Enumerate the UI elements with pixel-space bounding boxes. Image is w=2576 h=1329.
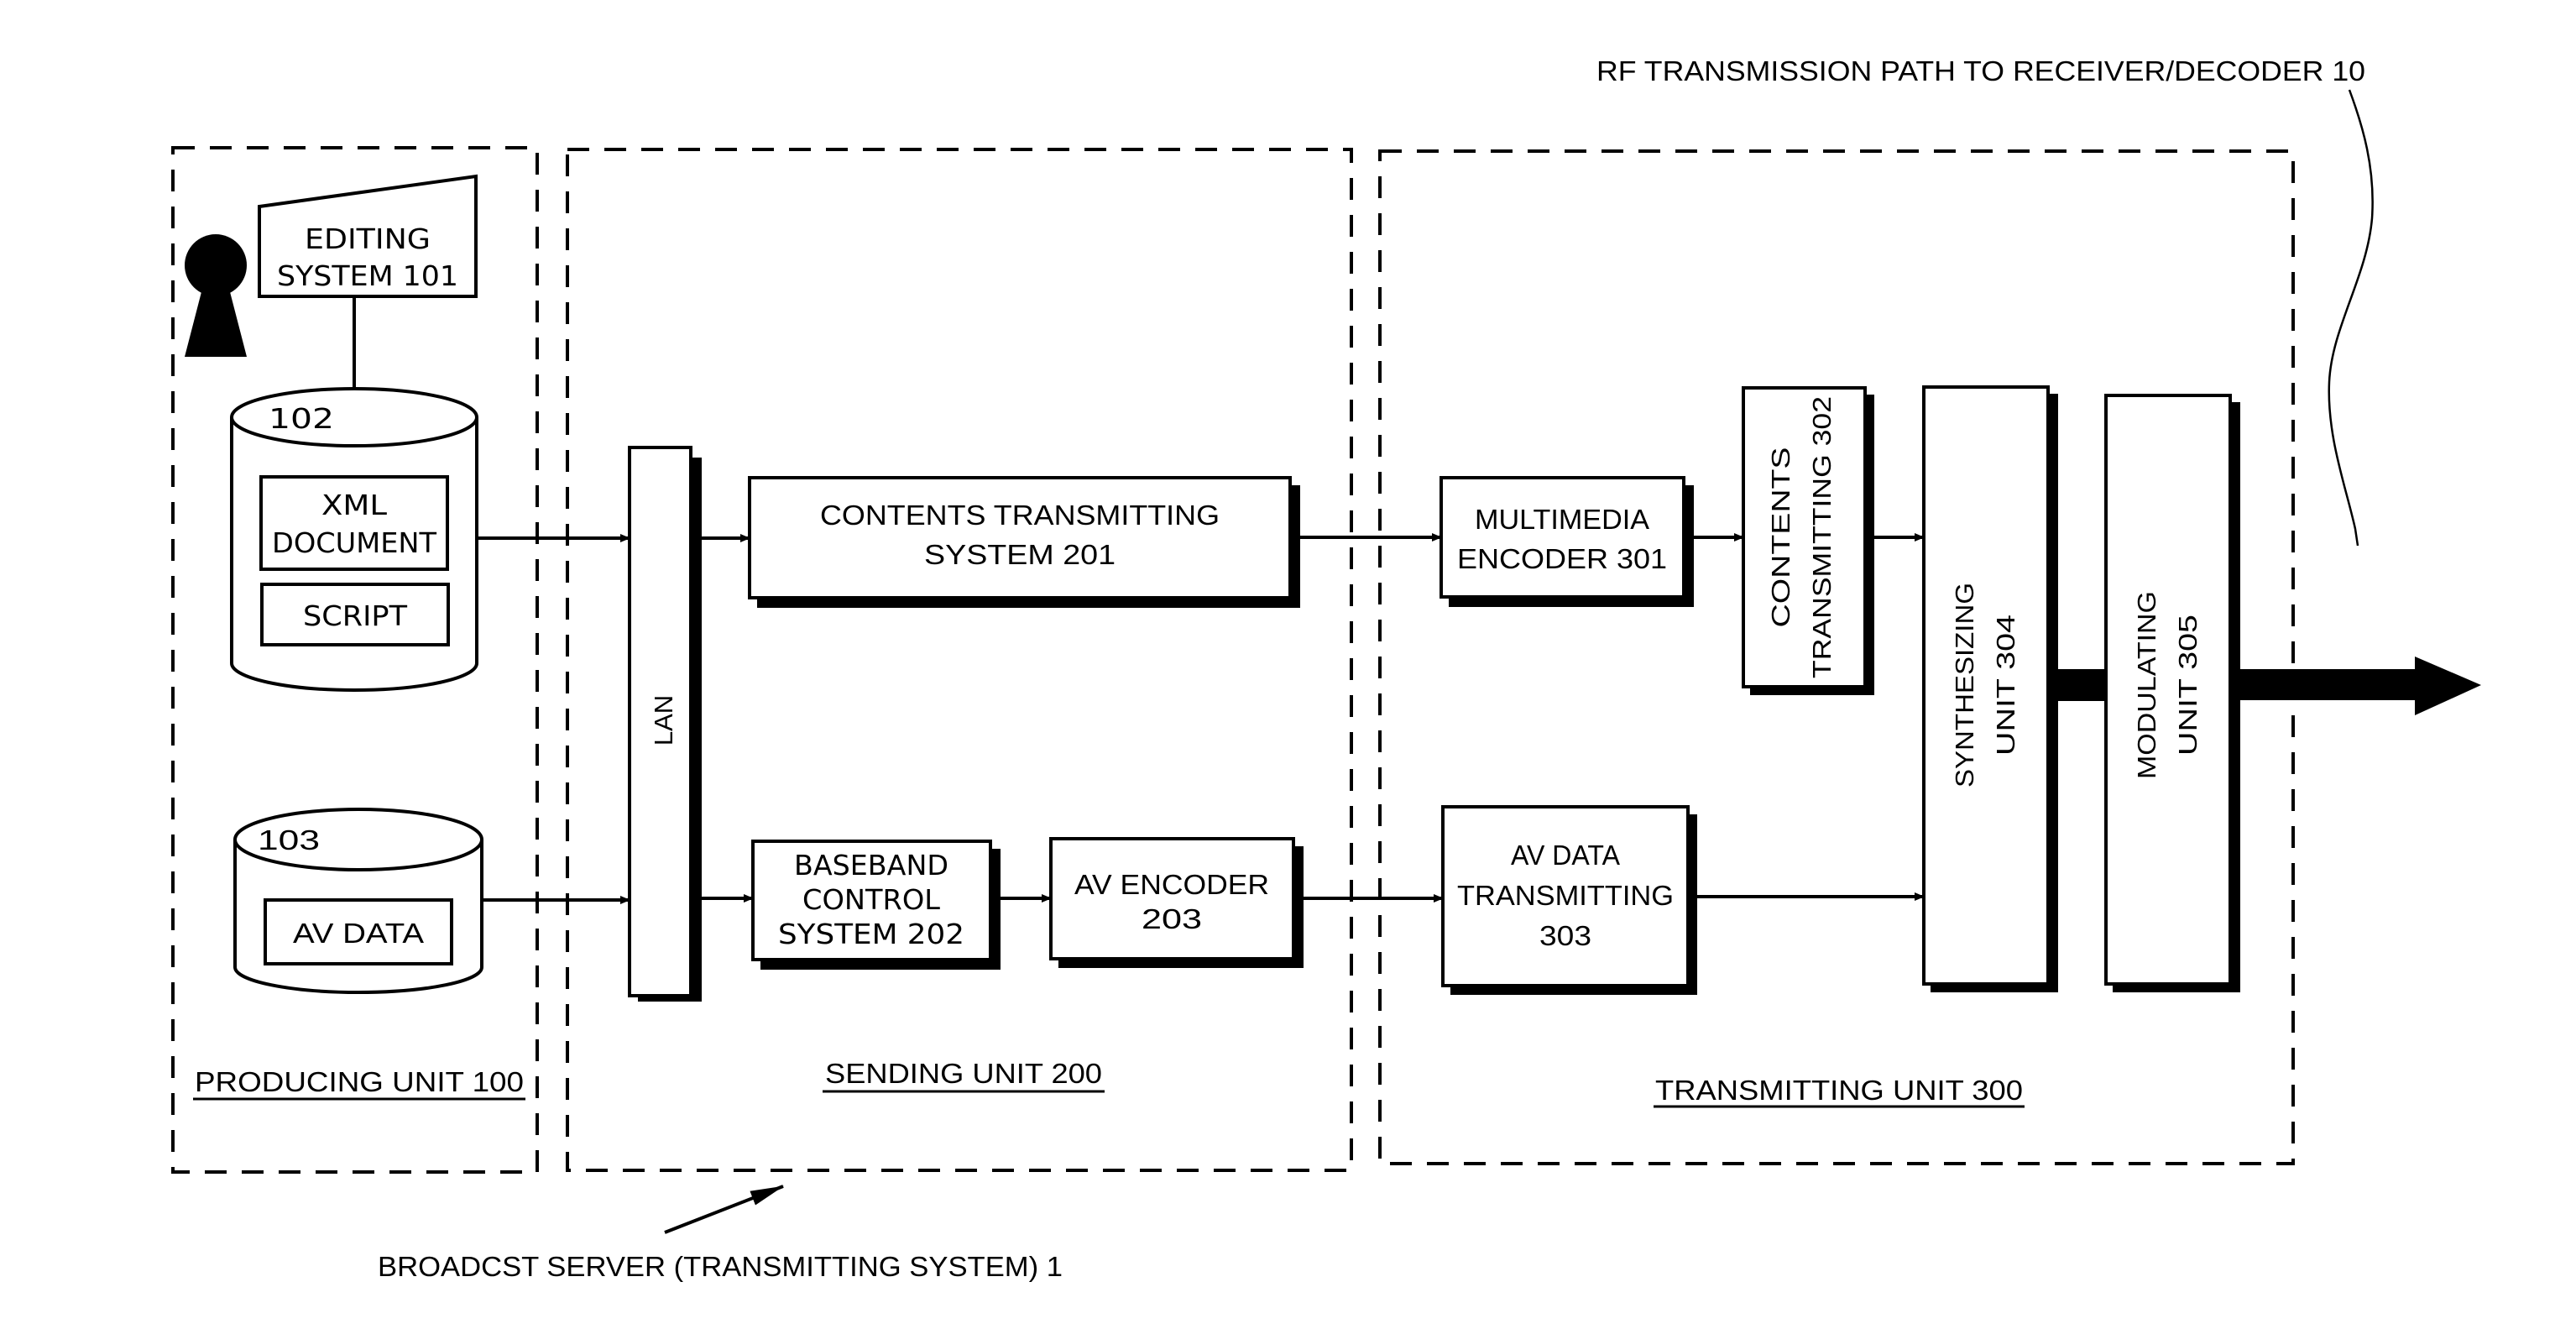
svg-text:SYSTEM 101: SYSTEM 101 — [277, 259, 458, 292]
svg-text:CONTENTS TRANSMITTING: CONTENTS TRANSMITTING — [820, 500, 1220, 531]
database-102[interactable]: 102 XML DOCUMENT SCRIPT — [230, 387, 478, 692]
svg-text:UNIT 305: UNIT 305 — [2173, 615, 2202, 756]
svg-text:SYNTHESIZING: SYNTHESIZING — [1950, 583, 1979, 787]
block-diagram: PRODUCING UNIT 100 SENDING UNIT 200 TRAN… — [171, 55, 2481, 1282]
svg-text:TRANSMITTING: TRANSMITTING — [1457, 880, 1674, 911]
xml-document-item[interactable]: XML DOCUMENT — [259, 475, 449, 571]
contents-transmitting-system-201[interactable]: CONTENTS TRANSMITTING SYSTEM 201 — [748, 476, 1300, 608]
rf-output-arrow — [2240, 657, 2481, 715]
svg-text:TRANSMITTING 302: TRANSMITTING 302 — [1807, 396, 1837, 678]
database-103[interactable]: 103 AV DATA — [233, 808, 483, 994]
editing-system-101[interactable]: EDITING SYSTEM 101 — [258, 174, 478, 298]
svg-text:DOCUMENT: DOCUMENT — [272, 526, 437, 559]
svg-text:EDITING: EDITING — [305, 222, 431, 255]
av-data-item[interactable]: AV DATA — [264, 898, 453, 965]
svg-text:SYSTEM 201: SYSTEM 201 — [924, 539, 1116, 570]
svg-text:CONTENTS: CONTENTS — [1766, 447, 1795, 628]
svg-text:103: 103 — [258, 824, 320, 855]
transmitting-unit-label: TRANSMITTING UNIT 300 — [1654, 1075, 2025, 1108]
svg-text:303: 303 — [1539, 920, 1591, 951]
svg-text:TRANSMITTING UNIT 300: TRANSMITTING UNIT 300 — [1655, 1075, 2023, 1106]
svg-text:102: 102 — [269, 402, 334, 435]
svg-text:SCRIPT: SCRIPT — [303, 599, 408, 632]
broadcast-server-annotation: BROADCST SERVER (TRANSMITTING SYSTEM) 1 — [378, 1185, 1063, 1282]
av-encoder-203[interactable]: AV ENCODER 203 — [1049, 837, 1304, 968]
svg-text:UNIT 304: UNIT 304 — [1991, 615, 2020, 756]
script-item[interactable]: SCRIPT — [260, 583, 450, 646]
svg-text:BROADCST SERVER (TRANSMITTING: BROADCST SERVER (TRANSMITTING SYSTEM) 1 — [378, 1251, 1063, 1282]
person-icon — [185, 234, 247, 357]
svg-text:BASEBAND: BASEBAND — [794, 849, 948, 882]
svg-text:PRODUCING UNIT 100: PRODUCING UNIT 100 — [195, 1066, 524, 1097]
svg-text:RF TRANSMISSION PATH TO RECEIV: RF TRANSMISSION PATH TO RECEIVER/DECODER… — [1596, 55, 2365, 86]
synthesizing-unit-304[interactable]: SYNTHESIZING UNIT 304 — [1922, 385, 2058, 992]
svg-text:SYSTEM 202: SYSTEM 202 — [778, 918, 964, 950]
lan-bus[interactable]: LAN — [628, 446, 702, 1002]
svg-text:MULTIMEDIA: MULTIMEDIA — [1475, 504, 1649, 535]
svg-text:XML: XML — [321, 489, 388, 521]
multimedia-encoder-301[interactable]: MULTIMEDIA ENCODER 301 — [1440, 476, 1694, 607]
svg-text:AV ENCODER: AV ENCODER — [1074, 869, 1269, 900]
contents-transmitting-302[interactable]: CONTENTS TRANSMITTING 302 — [1742, 386, 1874, 695]
svg-text:ENCODER 301: ENCODER 301 — [1457, 543, 1667, 574]
thick-link-304-to-305 — [2058, 669, 2106, 701]
av-data-transmitting-303[interactable]: AV DATA TRANSMITTING 303 — [1441, 805, 1697, 995]
baseband-control-system-202[interactable]: BASEBAND CONTROL SYSTEM 202 — [751, 840, 1001, 970]
svg-text:CONTROL: CONTROL — [802, 883, 941, 916]
producing-unit-label: PRODUCING UNIT 100 — [193, 1066, 525, 1101]
svg-text:203: 203 — [1142, 903, 1202, 934]
svg-text:LAN: LAN — [649, 695, 678, 746]
sending-unit-label: SENDING UNIT 200 — [823, 1058, 1105, 1093]
svg-text:MODULATING: MODULATING — [2132, 591, 2161, 779]
svg-text:SENDING UNIT 200: SENDING UNIT 200 — [825, 1058, 1102, 1089]
svg-text:AV DATA: AV DATA — [293, 918, 424, 949]
modulating-unit-305[interactable]: MODULATING UNIT 305 — [2104, 394, 2240, 992]
svg-text:AV DATA: AV DATA — [1511, 840, 1620, 871]
